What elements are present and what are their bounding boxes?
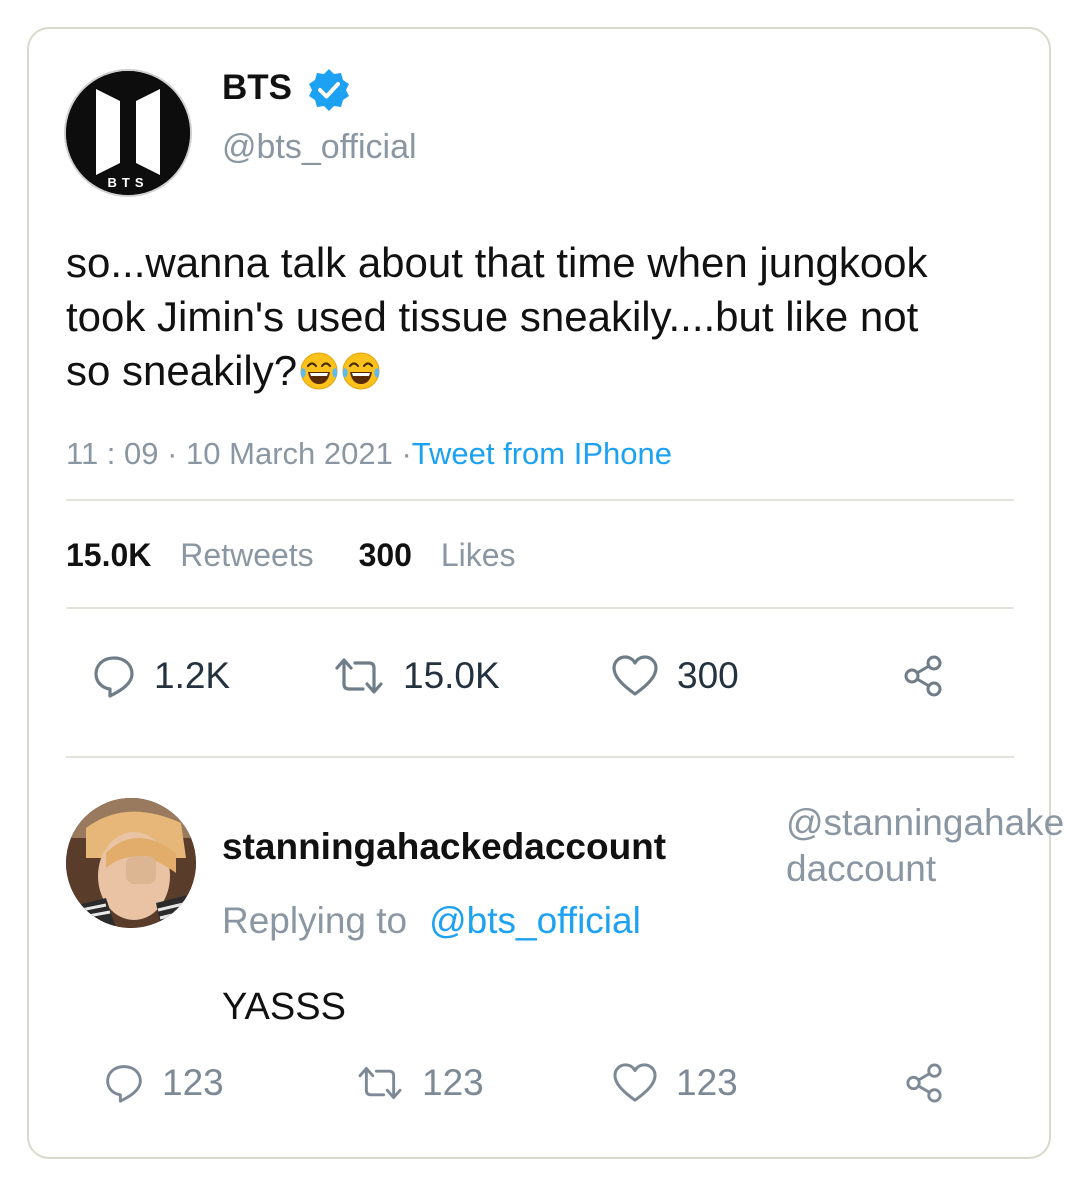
tweet-timestamp: 11 : 09 · 10 March 2021 · <box>66 436 412 471</box>
bts-avatar[interactable]: BTS <box>66 71 190 195</box>
divider <box>66 607 1014 609</box>
reply-user-name[interactable]: stanningahackedaccount <box>222 826 666 868</box>
retweet-button[interactable]: 15.0K <box>333 654 500 698</box>
tweet-body: so...wanna talk about that time when jun… <box>66 239 928 394</box>
tweet-meta: 11 : 09 · 10 March 2021 ·Tweet from IPho… <box>66 436 672 472</box>
reply-count: 1.2K <box>154 655 231 696</box>
heart-icon <box>613 1063 657 1102</box>
divider <box>66 499 1014 501</box>
likes-label[interactable]: Likes <box>441 537 516 573</box>
reply-user-avatar[interactable] <box>66 798 196 928</box>
like-button[interactable]: 300 <box>611 654 739 698</box>
reply-button[interactable]: 1.2K <box>92 654 230 698</box>
tweet-text: so...wanna talk about that time when jun… <box>66 236 966 398</box>
reply-like-button[interactable]: 123 <box>612 1062 738 1104</box>
reply-reply-button[interactable]: 123 <box>104 1062 224 1104</box>
share-icon <box>904 655 942 697</box>
reply-reply-count: 123 <box>162 1062 224 1103</box>
reply-text: YASSS <box>222 986 346 1028</box>
tweet-stats: 15.0K Retweets 300 Likes <box>66 537 516 574</box>
heart-icon <box>612 655 658 696</box>
verified-badge-icon <box>309 69 349 111</box>
reply-icon <box>106 1065 142 1103</box>
replying-to-label: Replying to <box>222 900 408 941</box>
author-name[interactable]: BTS <box>222 68 292 108</box>
retweet-icon <box>358 1067 402 1099</box>
share-button[interactable] <box>902 654 944 698</box>
user-photo-image <box>66 798 196 928</box>
tears-of-joy-emoji-icon <box>300 352 338 390</box>
divider <box>66 756 1014 758</box>
retweets-count[interactable]: 15.0K <box>66 537 151 573</box>
reply-retweet-button[interactable]: 123 <box>356 1062 484 1104</box>
reply-share-button[interactable] <box>904 1062 944 1104</box>
retweets-label[interactable]: Retweets <box>180 537 313 573</box>
tweet-source-link[interactable]: Tweet from IPhone <box>412 436 672 471</box>
share-icon <box>906 1063 942 1103</box>
likes-count[interactable]: 300 <box>359 537 412 573</box>
reply-icon <box>94 656 134 698</box>
bts-logo-icon: BTS <box>66 71 190 195</box>
reply-like-count: 123 <box>676 1062 738 1103</box>
replying-to: Replying to @bts_official <box>222 900 641 942</box>
bts-logo-text: BTS <box>108 175 149 190</box>
retweet-icon <box>335 658 383 694</box>
reply-user-handle[interactable]: @stanningahakedaccount <box>786 800 1066 892</box>
tears-of-joy-emoji-icon <box>342 352 380 390</box>
retweet-count: 15.0K <box>403 655 500 696</box>
tweet-card <box>27 27 1051 1159</box>
reply-retweet-count: 123 <box>422 1062 484 1103</box>
author-handle[interactable]: @bts_official <box>222 128 417 167</box>
replying-to-link[interactable]: @bts_official <box>429 900 641 941</box>
like-count: 300 <box>677 655 739 696</box>
